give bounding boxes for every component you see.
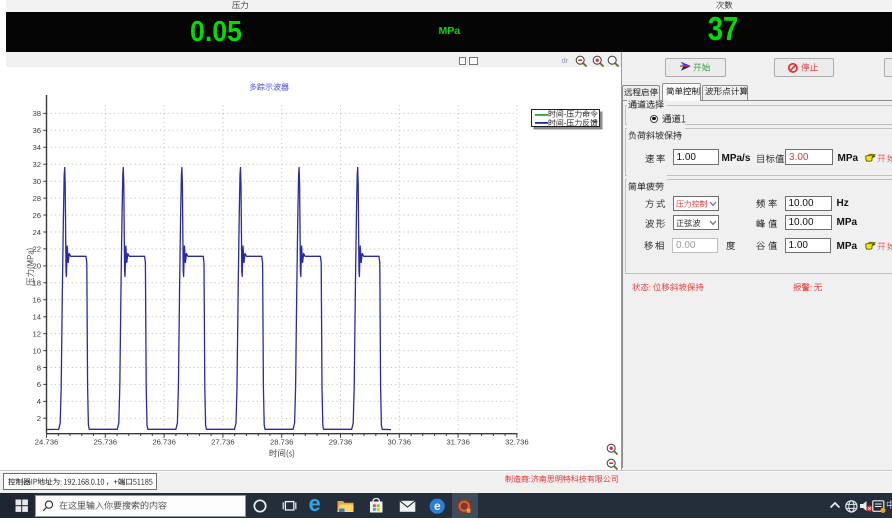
svg-text:32: 32	[32, 160, 41, 169]
svg-text:10: 10	[32, 346, 41, 355]
svg-text:24.736: 24.736	[35, 438, 59, 447]
svg-text:32.736: 32.736	[505, 438, 529, 447]
svg-text:34: 34	[32, 143, 41, 152]
svg-text:14: 14	[32, 313, 41, 322]
svg-text:36: 36	[32, 126, 41, 135]
svg-text:30: 30	[32, 177, 41, 186]
svg-text:25.736: 25.736	[94, 438, 118, 447]
svg-text:4: 4	[37, 397, 42, 406]
svg-text:27.736: 27.736	[211, 438, 235, 447]
svg-text:38: 38	[32, 109, 41, 118]
svg-text:30.736: 30.736	[388, 438, 412, 447]
svg-text:26.736: 26.736	[152, 438, 176, 447]
svg-text:28: 28	[32, 194, 41, 203]
svg-text:8: 8	[37, 363, 41, 372]
svg-text:12: 12	[32, 329, 41, 338]
svg-text:16: 16	[32, 296, 41, 305]
svg-text:26: 26	[32, 211, 41, 220]
svg-text:29.736: 29.736	[329, 438, 353, 447]
svg-text:31.736: 31.736	[446, 438, 470, 447]
svg-text:24: 24	[32, 228, 41, 237]
svg-text:28.736: 28.736	[270, 438, 294, 447]
svg-text:e: e	[434, 499, 441, 513]
svg-text:6: 6	[37, 380, 41, 389]
svg-text:2: 2	[37, 414, 41, 423]
